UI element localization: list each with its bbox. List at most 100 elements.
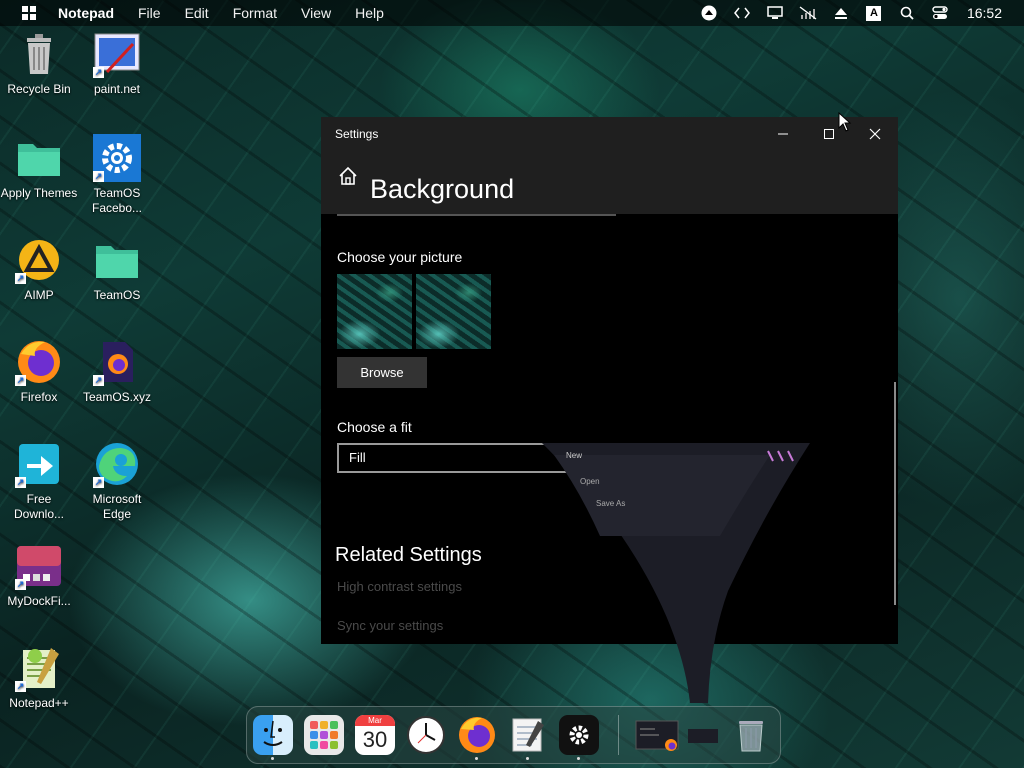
- background-type-dropdown-edge[interactable]: [337, 214, 616, 216]
- active-app-name: Notepad: [58, 5, 114, 21]
- firefox-file-icon: ↗: [93, 338, 141, 386]
- clock-icon[interactable]: [406, 715, 446, 755]
- close-icon: [869, 128, 881, 140]
- download-icon: ↗: [15, 440, 63, 488]
- running-indicator: [526, 757, 529, 760]
- calendar-day: 30: [362, 727, 388, 752]
- menu-file[interactable]: File: [138, 5, 161, 21]
- paint-net-icon: ↗: [93, 30, 141, 78]
- desktop-icon-microsoft-edge[interactable]: ↗ Microsoft Edge: [78, 440, 156, 522]
- system-tray: A 16:52: [687, 0, 1024, 26]
- shortcut-arrow-icon: ↗: [93, 171, 104, 182]
- recycle-bin-icon: [15, 30, 63, 78]
- ghost-menu-item: Open: [580, 477, 600, 486]
- input-language-icon[interactable]: A: [863, 2, 885, 24]
- notepad-window-thumbnail[interactable]: [635, 715, 679, 755]
- desktop-icon-teamos[interactable]: TeamOS: [78, 236, 156, 303]
- gear-icon: ↗: [93, 134, 141, 182]
- desktop-icon-teamos-xyz[interactable]: ↗ TeamOS.xyz: [78, 338, 156, 405]
- dock-separator: [618, 715, 619, 755]
- notepad-icon[interactable]: [508, 715, 548, 755]
- scrollbar[interactable]: [894, 382, 896, 605]
- minimize-icon: [778, 133, 788, 135]
- related-settings-heading: Related Settings: [335, 544, 482, 566]
- desktop-icon-aimp[interactable]: ↗ AIMP: [0, 236, 78, 303]
- desktop-icon-label: TeamOS.xyz: [82, 390, 151, 404]
- window-title: Settings: [335, 127, 379, 141]
- close-button[interactable]: [852, 117, 898, 151]
- minimized-window-thumbnail[interactable]: [687, 715, 719, 755]
- desktop-icon-mydock[interactable]: ↗ MyDockFi...: [0, 542, 78, 609]
- calendar-month: Mar: [355, 715, 395, 726]
- desktop-icon-label: Free Downlo...: [13, 492, 65, 521]
- desktop-icon-firefox[interactable]: ↗ Firefox: [0, 338, 78, 405]
- user-menu-icon[interactable]: [698, 2, 720, 24]
- settings-icon[interactable]: [559, 715, 599, 755]
- menu-help[interactable]: Help: [355, 5, 384, 21]
- desktop-icon-label: Apply Themes: [0, 186, 78, 200]
- desktop-icon-label: AIMP: [24, 288, 54, 302]
- clock[interactable]: 16:52: [967, 5, 1002, 21]
- launchpad-icon[interactable]: [304, 715, 344, 755]
- desktop-icon-label: Microsoft Edge: [92, 492, 142, 521]
- desktop-icon-free-download[interactable]: ↗ Free Downlo...: [0, 440, 78, 522]
- desktop-icon-paint-net[interactable]: ↗ paint.net: [78, 30, 156, 97]
- choose-picture-label: Choose your picture: [337, 249, 463, 265]
- firefox-icon[interactable]: [457, 715, 497, 755]
- page-title: Background: [370, 174, 515, 204]
- menu-format[interactable]: Format: [233, 5, 277, 21]
- high-contrast-link[interactable]: High contrast settings: [337, 579, 462, 594]
- ghost-menu-item: New: [566, 451, 583, 460]
- desktop-icon-label: Notepad++: [9, 696, 69, 710]
- folder-icon: [93, 236, 141, 284]
- ghost-menu-item: Save As: [596, 499, 626, 508]
- browse-button[interactable]: Browse: [337, 357, 427, 388]
- running-indicator: [271, 757, 274, 760]
- trash-icon[interactable]: [731, 715, 771, 755]
- choose-fit-label: Choose a fit: [337, 419, 412, 435]
- running-indicator: [475, 757, 478, 760]
- menu-edit[interactable]: Edit: [185, 5, 209, 21]
- picture-thumbnail[interactable]: [337, 274, 412, 349]
- aimp-icon: ↗: [15, 236, 63, 284]
- shortcut-arrow-icon: ↗: [93, 375, 104, 386]
- running-indicator: [577, 757, 580, 760]
- desktop-icon-teamos-facebook[interactable]: ↗ TeamOS Facebo...: [78, 134, 156, 216]
- mydock-icon: ↗: [15, 542, 63, 590]
- settings-title-bar[interactable]: Settings: [321, 117, 898, 151]
- shortcut-arrow-icon: ↗: [15, 681, 26, 692]
- windows-logo-icon[interactable]: [22, 6, 36, 20]
- code-brackets-icon[interactable]: [731, 2, 753, 24]
- network-off-icon[interactable]: [797, 2, 819, 24]
- desktop-icon-label: TeamOS Facebo...: [91, 186, 143, 215]
- desktop-icon-recycle-bin[interactable]: Recycle Bin: [0, 30, 78, 97]
- shortcut-arrow-icon: ↗: [15, 273, 26, 284]
- control-center-icon[interactable]: [929, 2, 951, 24]
- window-minimize-animation: New Open Save As: [540, 441, 812, 716]
- desktop-icon-label: Firefox: [20, 390, 58, 404]
- shortcut-arrow-icon: ↗: [15, 375, 26, 386]
- calendar-icon[interactable]: Mar 30: [355, 715, 395, 755]
- notepad-plus-icon: ↗: [15, 644, 63, 692]
- maximize-icon: [824, 129, 834, 139]
- desktop-icon-label: Recycle Bin: [7, 82, 71, 96]
- search-icon[interactable]: [896, 2, 918, 24]
- dock: Mar 30: [246, 706, 781, 764]
- edge-icon: ↗: [93, 440, 141, 488]
- mouse-cursor: [838, 111, 852, 132]
- top-menu-bar: Notepad File Edit Format View Help A 16:…: [0, 0, 1024, 26]
- firefox-icon: ↗: [15, 338, 63, 386]
- home-icon[interactable]: [337, 165, 359, 187]
- page-header: Background: [321, 151, 898, 214]
- picture-thumbnail[interactable]: [416, 274, 491, 349]
- monitor-icon[interactable]: [764, 2, 786, 24]
- desktop-icon-apply-themes[interactable]: Apply Themes: [0, 134, 78, 201]
- shortcut-arrow-icon: ↗: [15, 579, 26, 590]
- eject-icon[interactable]: [830, 2, 852, 24]
- desktop-icon-notepad-plus-plus[interactable]: ↗ Notepad++: [0, 644, 78, 711]
- finder-icon[interactable]: [253, 715, 293, 755]
- minimize-button[interactable]: [760, 117, 806, 151]
- desktop-icon-label: MyDockFi...: [7, 594, 71, 608]
- sync-settings-link[interactable]: Sync your settings: [337, 618, 443, 633]
- menu-view[interactable]: View: [301, 5, 331, 21]
